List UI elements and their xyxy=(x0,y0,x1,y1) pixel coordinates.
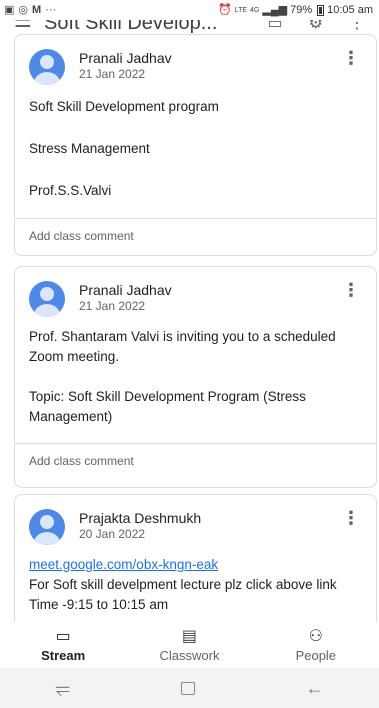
home-icon[interactable] xyxy=(180,681,195,695)
whatsapp-icon: ◎ xyxy=(18,3,29,16)
stream-post: Pranali Jadhav 21 Jan 2022 ⋮ Prof. Shant… xyxy=(14,266,377,488)
back-icon[interactable]: ← xyxy=(306,678,324,699)
classwork-icon: ▤ xyxy=(181,627,198,645)
nav-people[interactable]: ⚇ People xyxy=(256,628,376,663)
battery-percent: 79% xyxy=(290,4,313,16)
post-text-line: Prof.S.S.Valvi xyxy=(29,183,112,198)
image-icon: ▣ xyxy=(4,3,15,16)
nav-stream[interactable]: ▭ Stream xyxy=(3,628,123,663)
network-label: 4G xyxy=(250,6,260,14)
avatar xyxy=(29,509,65,545)
recents-icon[interactable]: ⥫ xyxy=(55,678,69,699)
avatar xyxy=(29,49,65,85)
status-bar-system: ⏰ LTE 4G ▂▄▆ 79% 10:05 am xyxy=(218,4,373,16)
post-date: 20 Jan 2022 xyxy=(79,527,146,541)
nav-label: Stream xyxy=(41,647,86,663)
add-class-comment[interactable]: Add class comment xyxy=(15,444,376,478)
meet-link[interactable]: meet.google.com/obx-kngn-eak xyxy=(29,557,218,572)
stream-post: Pranali Jadhav 21 Jan 2022 ⋮ Soft Skill … xyxy=(14,34,377,256)
post-text-line: Topic: Soft Skill Development Program (S… xyxy=(29,389,306,424)
people-icon: ⚇ xyxy=(308,627,323,645)
more-icon: ··· xyxy=(45,3,57,16)
post-text-line: Prof. Shantaram Valvi is inviting you to… xyxy=(29,329,336,364)
status-bar: ▣ ◎ M ··· ⏰ LTE 4G ▂▄▆ 79% 10:05 am xyxy=(0,0,379,20)
volte-icon: LTE xyxy=(234,6,248,14)
stream-post: Prajakta Deshmukh 20 Jan 2022 ⋮ meet.goo… xyxy=(14,494,377,634)
battery-icon xyxy=(317,4,325,16)
post-date: 21 Jan 2022 xyxy=(79,67,146,81)
bottom-navigation: ▭ Stream ▤ Classwork ⚇ People xyxy=(0,622,379,668)
signal-icon: ▂▄▆ xyxy=(262,3,288,16)
post-options-icon[interactable]: ⋮ xyxy=(342,509,364,527)
nav-label: Classwork xyxy=(159,647,220,663)
clock: 10:05 am xyxy=(327,4,373,16)
post-options-icon[interactable]: ⋮ xyxy=(342,281,364,299)
gmail-icon: M xyxy=(32,3,42,16)
nav-label: People xyxy=(295,647,337,663)
post-date: 21 Jan 2022 xyxy=(79,299,146,313)
post-options-icon[interactable]: ⋮ xyxy=(342,49,364,67)
post-text-line: Stress Management xyxy=(29,141,150,156)
nav-classwork[interactable]: ▤ Classwork xyxy=(129,628,249,663)
post-text-line: For Soft skill develpment lecture plz cl… xyxy=(29,577,337,592)
post-author: Pranali Jadhav xyxy=(79,50,172,66)
post-author: Prajakta Deshmukh xyxy=(79,510,202,526)
alarm-icon: ⏰ xyxy=(218,3,232,16)
avatar xyxy=(29,281,65,317)
post-text-line: Time -9:15 to 10:15 am xyxy=(29,597,169,612)
add-class-comment[interactable]: Add class comment xyxy=(15,219,376,253)
post-author: Pranali Jadhav xyxy=(79,282,172,298)
stream-icon: ▭ xyxy=(55,627,71,645)
status-bar-notifications: ▣ ◎ M ··· xyxy=(4,3,57,16)
post-text-line: Soft Skill Development program xyxy=(29,99,219,114)
system-nav-bar: ⥫ ← xyxy=(0,668,379,708)
